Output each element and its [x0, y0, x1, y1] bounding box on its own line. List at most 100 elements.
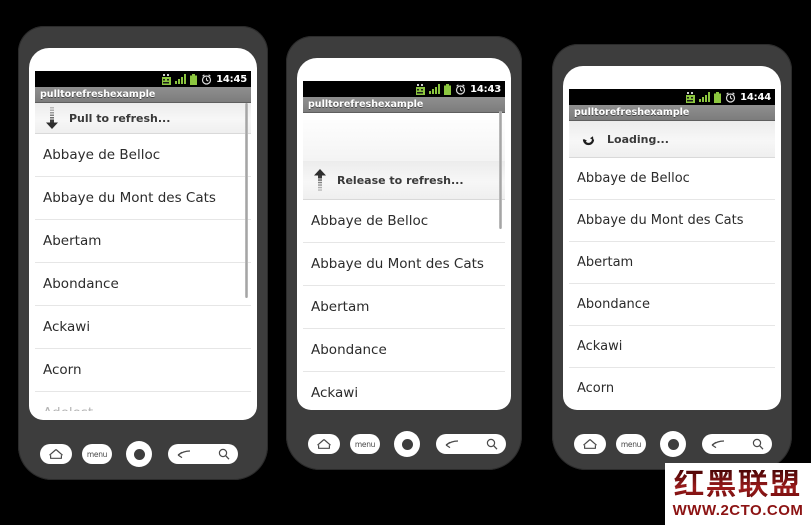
- battery-icon: [714, 91, 722, 103]
- pull-to-refresh-header[interactable]: Release to refresh...: [303, 161, 505, 200]
- menu-button-label: menu: [86, 449, 108, 459]
- list-item-label: Abbaye de Belloc: [577, 171, 690, 186]
- list-item[interactable]: Abondance: [569, 284, 775, 326]
- app-title-bar: pulltorefreshexample: [569, 105, 775, 121]
- device-phone-pull: 14:45 pulltorefreshexample Pull to refre…: [18, 26, 268, 480]
- trackball-button[interactable]: [126, 441, 152, 467]
- search-icon: [486, 438, 498, 450]
- search-icon: [752, 438, 764, 450]
- list-item[interactable]: Abertam: [35, 220, 251, 263]
- list-item-label: Ackawi: [311, 385, 359, 401]
- list-item[interactable]: Acorn: [569, 368, 775, 401]
- menu-button[interactable]: menu: [82, 444, 112, 464]
- signal-bars-icon: [429, 84, 441, 94]
- home-icon: [317, 439, 331, 449]
- hardware-key-row: menu: [552, 431, 792, 457]
- status-bar: 14:44: [569, 89, 775, 105]
- back-search-key-pill[interactable]: [168, 444, 238, 464]
- list-item[interactable]: Adelost: [35, 392, 251, 411]
- list-item[interactable]: Abbaye du Mont des Cats: [303, 243, 505, 286]
- menu-button[interactable]: menu: [350, 434, 380, 454]
- list-item-label: Ackawi: [43, 319, 91, 335]
- device-phone-release: 14:43 pulltorefreshexample Release to re…: [286, 36, 522, 470]
- list-item[interactable]: Ackawi: [569, 326, 775, 368]
- loading-header: Loading...: [569, 121, 775, 158]
- list-item[interactable]: Ackawi: [303, 372, 505, 401]
- trackball-button[interactable]: [394, 431, 420, 457]
- list-item-label: Abondance: [43, 276, 119, 292]
- status-bar: 14:45: [35, 71, 251, 87]
- signal-bars-icon: [175, 74, 187, 84]
- list-item-label: Abertam: [43, 233, 102, 249]
- list-item-label: Abbaye du Mont des Cats: [577, 213, 744, 228]
- alarm-clock-icon: [202, 73, 212, 85]
- list-item[interactable]: Abbaye de Belloc: [569, 158, 775, 200]
- status-bar-clock: 14:45: [216, 73, 247, 85]
- cheese-list[interactable]: Abbaye de Belloc Abbaye du Mont des Cats A…: [569, 158, 775, 401]
- usb-debug-icon: [416, 83, 426, 95]
- list-item-label: Acorn: [577, 381, 615, 396]
- pull-to-refresh-header[interactable]: Pull to refresh...: [35, 103, 251, 134]
- menu-button[interactable]: menu: [616, 434, 646, 454]
- device-screen: 14:45 pulltorefreshexample Pull to refre…: [35, 71, 251, 411]
- battery-icon: [444, 83, 452, 95]
- device-screen: 14:43 pulltorefreshexample Release to re…: [303, 81, 505, 401]
- app-title: pulltorefreshexample: [574, 107, 690, 118]
- hardware-key-row: menu: [286, 431, 522, 457]
- device-bezel: 14:43 pulltorefreshexample Release to re…: [297, 58, 511, 410]
- list-item-label: Abbaye du Mont des Cats: [311, 256, 484, 272]
- list-item[interactable]: Abondance: [303, 329, 505, 372]
- search-icon: [218, 448, 230, 460]
- list-item[interactable]: Abondance: [35, 263, 251, 306]
- alarm-clock-icon: [726, 91, 736, 103]
- list-item[interactable]: Acorn: [35, 349, 251, 392]
- site-watermark: 红黑联盟 WWW.2CTO.COM: [665, 463, 811, 525]
- list-item-label: Abertam: [577, 255, 634, 270]
- usb-debug-icon: [162, 73, 172, 85]
- status-bar: 14:43: [303, 81, 505, 97]
- app-title-bar: pulltorefreshexample: [35, 87, 251, 103]
- list-item-label: Ackawi: [577, 339, 623, 354]
- menu-button-label: menu: [620, 439, 642, 449]
- list-item[interactable]: Abbaye de Belloc: [35, 134, 251, 177]
- list-item[interactable]: Abbaye du Mont des Cats: [35, 177, 251, 220]
- refresh-spinner-icon: [569, 132, 607, 147]
- status-bar-clock: 14:43: [470, 83, 501, 95]
- list-item[interactable]: Ackawi: [35, 306, 251, 349]
- status-bar-clock: 14:44: [740, 91, 771, 103]
- back-search-key-pill[interactable]: [436, 434, 506, 454]
- home-button[interactable]: [308, 434, 340, 454]
- menu-button-label: menu: [354, 439, 376, 449]
- list-item-label: Abondance: [577, 297, 650, 312]
- list-scrollbar[interactable]: [499, 111, 502, 229]
- loading-label: Loading...: [607, 132, 669, 146]
- app-title: pulltorefreshexample: [308, 99, 424, 110]
- usb-debug-icon: [686, 91, 696, 103]
- list-item-label: Abondance: [311, 342, 387, 358]
- list-item-label: Abertam: [311, 299, 370, 315]
- list-scrollbar[interactable]: [245, 103, 248, 298]
- cheese-list[interactable]: Abbaye de Belloc Abbaye du Mont des Cats A…: [35, 134, 251, 411]
- list-item[interactable]: Abbaye du Mont des Cats: [569, 200, 775, 242]
- home-icon: [49, 449, 63, 459]
- arrow-down-icon: [35, 107, 69, 129]
- signal-bars-icon: [699, 92, 711, 102]
- battery-icon: [190, 73, 198, 85]
- app-title-bar: pulltorefreshexample: [303, 97, 505, 113]
- screenshot-canvas: 14:45 pulltorefreshexample Pull to refre…: [0, 0, 811, 525]
- list-item[interactable]: Abertam: [569, 242, 775, 284]
- list-item-label: Adelost: [43, 405, 93, 411]
- list-item-label: Abbaye de Belloc: [43, 147, 161, 163]
- overscroll-gap: [303, 113, 505, 161]
- list-item[interactable]: Abbaye de Belloc: [303, 200, 505, 243]
- home-button[interactable]: [40, 444, 72, 464]
- cheese-list[interactable]: Abbaye de Belloc Abbaye du Mont des Cats A…: [303, 200, 505, 401]
- back-search-key-pill[interactable]: [702, 434, 772, 454]
- pull-to-refresh-label: Pull to refresh...: [69, 111, 171, 125]
- home-icon: [583, 439, 597, 449]
- list-item[interactable]: Abertam: [303, 286, 505, 329]
- trackball-button[interactable]: [660, 431, 686, 457]
- device-bezel: 14:44 pulltorefreshexample Loading... Ab…: [563, 66, 781, 410]
- app-title: pulltorefreshexample: [40, 89, 156, 100]
- home-button[interactable]: [574, 434, 606, 454]
